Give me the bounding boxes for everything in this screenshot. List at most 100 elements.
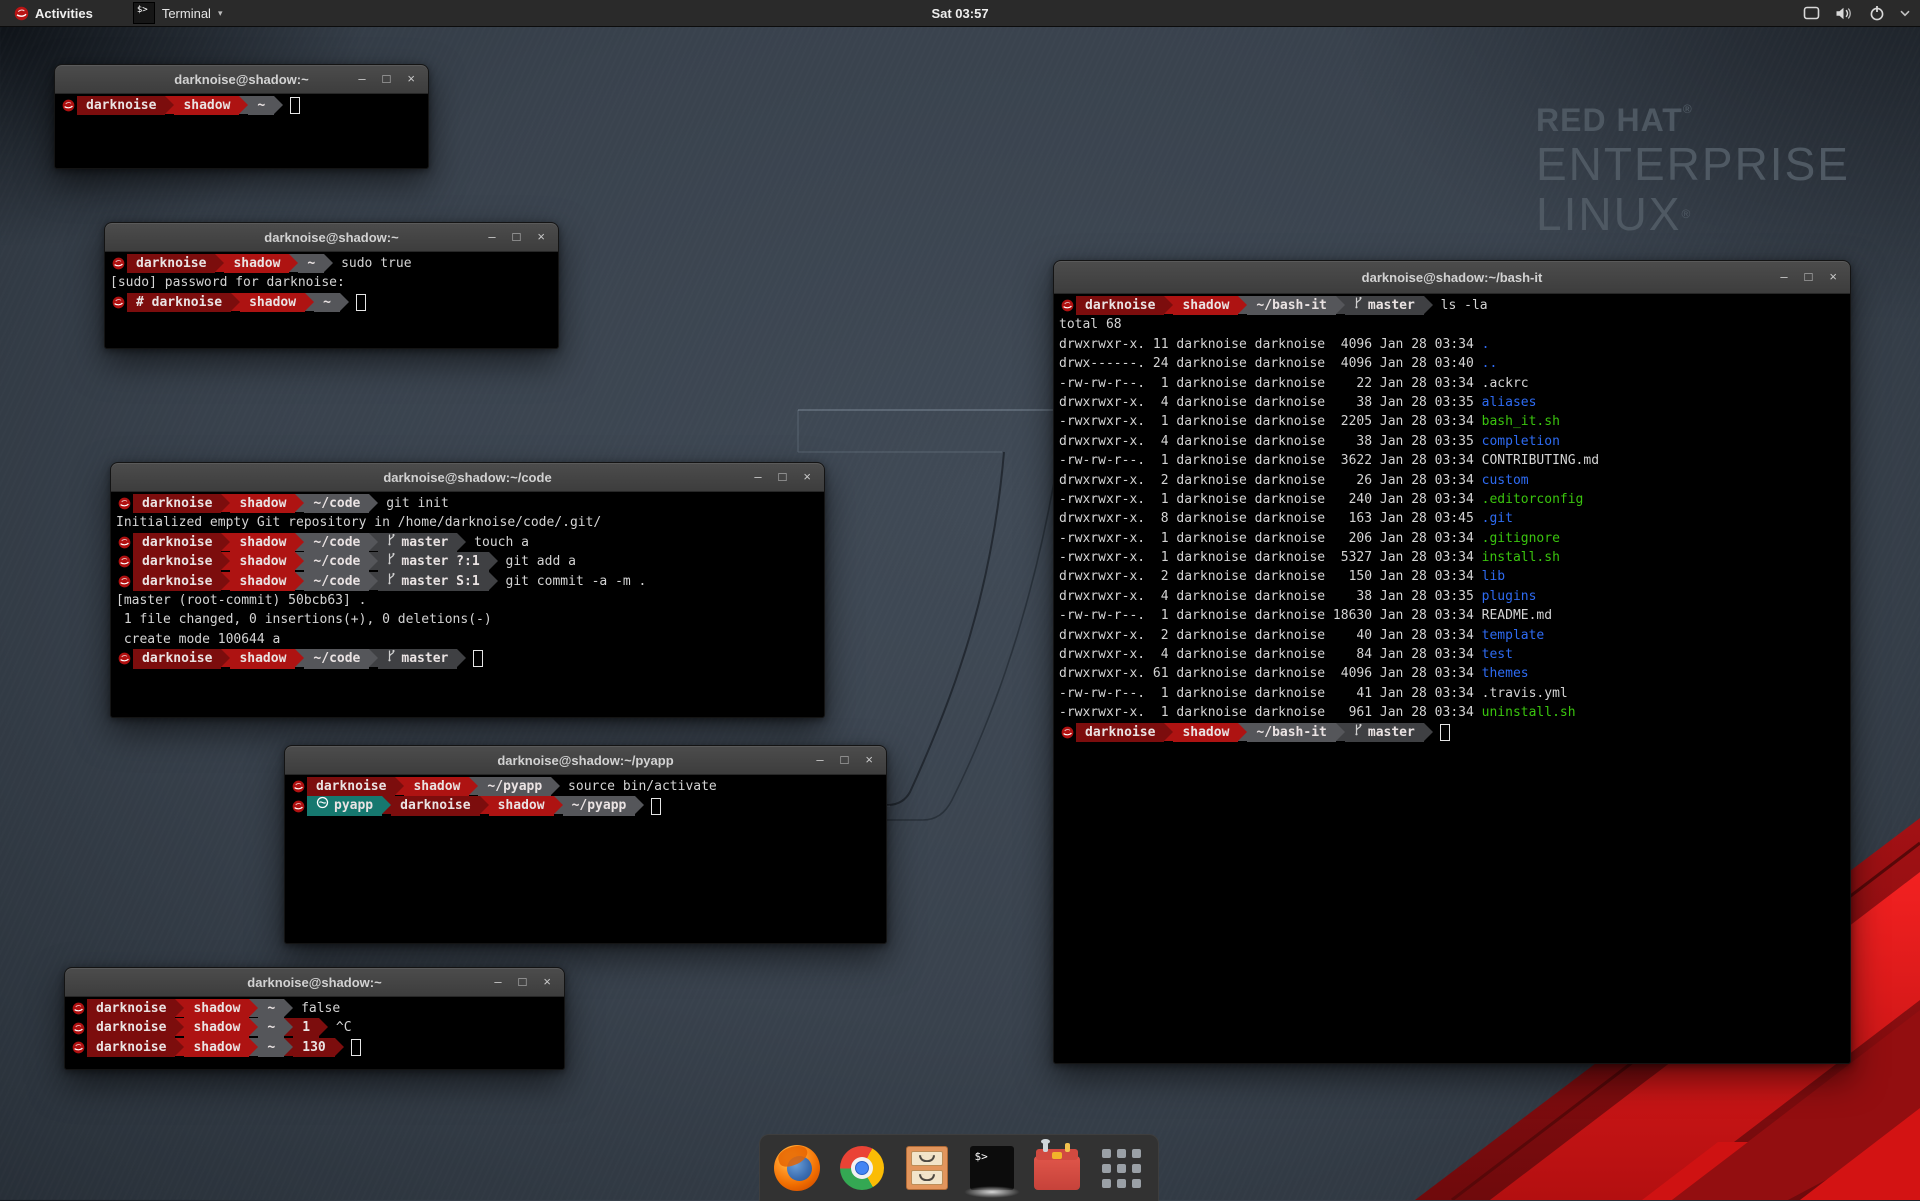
close-button[interactable]: × bbox=[803, 463, 811, 491]
powerline-arrow bbox=[489, 552, 498, 570]
terminal-text: test bbox=[1482, 645, 1513, 664]
terminal-body[interactable]: darknoiseshadow~/bash-itmaster ls -latot… bbox=[1054, 294, 1850, 742]
minimize-button[interactable]: – bbox=[494, 968, 501, 996]
terminal-line: darknoiseshadow~/codemaster S:1 git comm… bbox=[116, 572, 824, 591]
terminal-line: drwxrwxr-x. 4 darknoise darknoise 38 Jan… bbox=[1059, 393, 1850, 412]
maximize-button[interactable]: □ bbox=[513, 223, 521, 251]
terminal-line: 1 file changed, 0 insertions(+), 0 delet… bbox=[116, 610, 824, 629]
dock-item-terminal[interactable]: $> bbox=[968, 1142, 1016, 1194]
toolbox-icon bbox=[1034, 1156, 1080, 1190]
maximize-button[interactable]: □ bbox=[383, 65, 391, 93]
terminal-body[interactable]: darknoiseshadow~ falsedarknoiseshadow~1 … bbox=[65, 997, 564, 1057]
dock-item-toolbox[interactable] bbox=[1033, 1142, 1081, 1194]
maximize-button[interactable]: □ bbox=[779, 463, 787, 491]
powerline-arrow bbox=[215, 254, 224, 272]
close-button[interactable]: × bbox=[1829, 263, 1837, 291]
branch-icon bbox=[387, 572, 401, 591]
powerline-arrow bbox=[295, 533, 304, 551]
terminal-line: darknoiseshadow~1 ^C bbox=[70, 1018, 564, 1037]
terminal-text: -rw-rw-r--. 1 darknoise darknoise 3622 J… bbox=[1059, 451, 1482, 470]
prompt-segment: shadow bbox=[224, 254, 289, 273]
minimize-button[interactable]: – bbox=[816, 746, 823, 774]
prompt-segment: shadow bbox=[230, 552, 295, 571]
powerline-arrow bbox=[295, 572, 304, 590]
minimize-button[interactable]: – bbox=[358, 65, 365, 93]
powerline-arrow bbox=[249, 1038, 258, 1056]
terminal-text: drwx------. 24 darknoise darknoise 4096 … bbox=[1059, 354, 1482, 373]
terminal-text: lib bbox=[1482, 567, 1505, 586]
maximize-button[interactable]: □ bbox=[519, 968, 527, 996]
redhat-icon bbox=[116, 494, 133, 513]
close-button[interactable]: × bbox=[865, 746, 873, 774]
prompt-segment: darknoise bbox=[133, 552, 221, 571]
maximize-button[interactable]: □ bbox=[1805, 263, 1813, 291]
prompt-segment: darknoise bbox=[1076, 296, 1164, 315]
powerline-arrow bbox=[249, 1018, 258, 1036]
prompt-segment: darknoise bbox=[87, 999, 175, 1018]
system-status-area[interactable] bbox=[1803, 5, 1920, 21]
terminal-text: git add a bbox=[498, 552, 576, 571]
powerline-arrow bbox=[305, 293, 314, 311]
terminal-text: CONTRIBUTING.md bbox=[1482, 451, 1599, 470]
powerline-arrow bbox=[551, 777, 560, 795]
minimize-button[interactable]: – bbox=[1780, 263, 1787, 291]
powerline-arrow bbox=[489, 572, 498, 590]
close-button[interactable]: × bbox=[543, 968, 551, 996]
terminal-line: [sudo] password for darknoise: bbox=[110, 273, 558, 292]
terminal-text: custom bbox=[1482, 471, 1529, 490]
terminal-window-pyapp: darknoise@shadow:~/pyapp –□× darknoisesh… bbox=[284, 745, 887, 944]
powerline-arrow bbox=[221, 649, 230, 667]
redhat-icon bbox=[70, 1038, 87, 1057]
terminal-text: ^C bbox=[328, 1018, 351, 1037]
titlebar[interactable]: darknoise@shadow:~ –□× bbox=[105, 223, 558, 252]
terminal-text: drwxrwxr-x. 2 darknoise darknoise 150 Ja… bbox=[1059, 567, 1482, 586]
powerline-arrow bbox=[295, 552, 304, 570]
dock-item-files[interactable] bbox=[903, 1142, 951, 1194]
terminal-body[interactable]: darknoiseshadow~/pyapp source bin/activa… bbox=[285, 775, 886, 816]
terminal-text: bash_it.sh bbox=[1482, 412, 1560, 431]
terminal-line: drwxrwxr-x. 4 darknoise darknoise 84 Jan… bbox=[1059, 645, 1850, 664]
terminal-text: README.md bbox=[1482, 606, 1552, 625]
titlebar[interactable]: darknoise@shadow:~/bash-it –□ × bbox=[1054, 261, 1850, 294]
redhat-icon bbox=[116, 533, 133, 552]
maximize-button[interactable]: □ bbox=[841, 746, 849, 774]
registered-mark: ® bbox=[1681, 207, 1692, 221]
titlebar[interactable]: darknoise@shadow:~/code –□× bbox=[111, 463, 824, 492]
terminal-body[interactable]: darknoiseshadow~ sudo true[sudo] passwor… bbox=[105, 252, 558, 312]
titlebar[interactable]: darknoise@shadow:~ –□ × bbox=[65, 968, 564, 997]
redhat-icon bbox=[1059, 296, 1076, 315]
titlebar[interactable]: darknoise@shadow:~/pyapp –□× bbox=[285, 746, 886, 775]
close-button[interactable]: × bbox=[537, 223, 545, 251]
prompt-segment: darknoise bbox=[133, 494, 221, 513]
prompt-segment: shadow bbox=[1173, 296, 1238, 315]
close-button[interactable]: × bbox=[407, 65, 415, 93]
firefox-icon bbox=[774, 1145, 820, 1191]
terminal-body[interactable]: darknoiseshadow~/code git initInitialize… bbox=[111, 492, 824, 669]
clock[interactable]: Sat 03:57 bbox=[0, 6, 1920, 21]
redhat-icon bbox=[116, 649, 133, 668]
minimize-button[interactable]: – bbox=[488, 223, 495, 251]
prompt-segment: darknoise bbox=[127, 254, 215, 273]
rhel-logo-line3: LINUX® bbox=[1536, 189, 1850, 239]
app-grid-icon bbox=[1102, 1149, 1141, 1188]
prompt-segment: ~/code bbox=[304, 649, 369, 668]
terminal-text: drwxrwxr-x. 4 darknoise darknoise 38 Jan… bbox=[1059, 432, 1482, 451]
window-title: darknoise@shadow:~/bash-it bbox=[1054, 270, 1850, 285]
terminal-body[interactable]: darknoiseshadow~ bbox=[55, 94, 428, 115]
dock-item-chrome[interactable] bbox=[838, 1142, 886, 1194]
redhat-icon bbox=[290, 796, 307, 815]
titlebar[interactable]: darknoise@shadow:~ –□× bbox=[55, 65, 428, 94]
terminal-text: total 68 bbox=[1059, 315, 1122, 334]
powerline-arrow bbox=[295, 494, 304, 512]
dock-item-app-grid[interactable] bbox=[1098, 1142, 1146, 1194]
powerline-arrow bbox=[395, 777, 404, 795]
terminal-line: drwxrwxr-x. 2 darknoise darknoise 26 Jan… bbox=[1059, 471, 1850, 490]
terminal-text: drwxrwxr-x. 2 darknoise darknoise 26 Jan… bbox=[1059, 471, 1482, 490]
rhel-logo-line1: RED HAT® bbox=[1536, 102, 1850, 139]
minimize-button[interactable]: – bbox=[754, 463, 761, 491]
terminal-text: [master (root-commit) 50bcb63] . bbox=[116, 591, 366, 610]
dock-item-firefox[interactable] bbox=[773, 1142, 821, 1194]
window-title: darknoise@shadow:~ bbox=[65, 975, 564, 990]
terminal-line: -rwxrwxr-x. 1 darknoise darknoise 240 Ja… bbox=[1059, 490, 1850, 509]
redhat-icon bbox=[70, 1018, 87, 1037]
